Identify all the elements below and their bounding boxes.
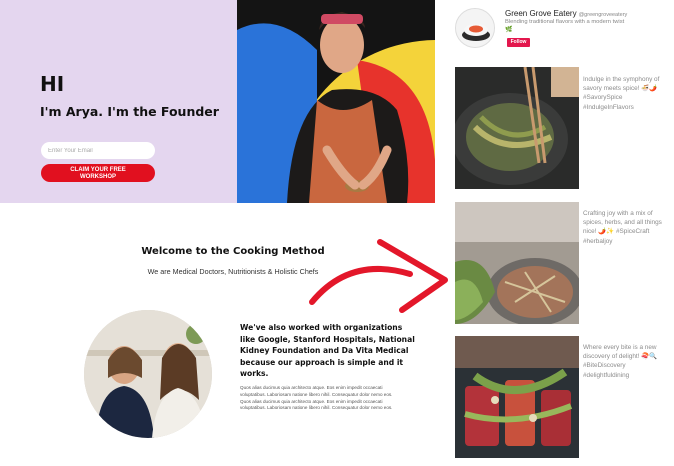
organizations-body: Quos alias ducimus quia architecto atque… bbox=[240, 385, 393, 411]
email-input[interactable] bbox=[41, 142, 155, 159]
feed-post-image-2[interactable] bbox=[455, 202, 579, 324]
hero-greeting: HI bbox=[40, 72, 65, 96]
feed-name: Green Grove Eatery @greengroveeatery bbox=[505, 9, 627, 18]
founder-photo bbox=[237, 0, 435, 203]
founder-photo-illustration bbox=[237, 0, 435, 203]
post-1-image bbox=[455, 67, 579, 189]
follow-button[interactable]: Follow bbox=[507, 38, 530, 47]
team-photo-illustration bbox=[84, 310, 212, 438]
feed-header: Green Grove Eatery @greengroveeatery Blen… bbox=[455, 8, 674, 53]
feed-handle: @greengroveeatery bbox=[578, 12, 628, 18]
claim-workshop-button[interactable]: CLAIM YOUR FREE WORKSHOP bbox=[41, 164, 155, 182]
hero-panel: HI I'm Arya. I'm the Founder CLAIM YOUR … bbox=[0, 0, 237, 203]
post-2-image bbox=[455, 202, 579, 324]
page: HI I'm Arya. I'm the Founder CLAIM YOUR … bbox=[0, 0, 674, 466]
feed-post-caption-1: Indulge in the symphony of savory meets … bbox=[583, 76, 660, 111]
feed-post-image-3[interactable] bbox=[455, 336, 579, 458]
feed-post-image-1[interactable] bbox=[455, 67, 579, 189]
feed-avatar[interactable] bbox=[455, 8, 495, 48]
feed-bio: Blending traditional flavors with a mode… bbox=[505, 19, 625, 25]
feed-post-caption-2: Crafting joy with a mix of spices, herbs… bbox=[583, 210, 662, 245]
feed-post-caption-3: Where every bite is a new discovery of d… bbox=[583, 344, 658, 379]
feed-account-name: Green Grove Eatery bbox=[505, 9, 577, 18]
feed-bio-emoji: 🌿 bbox=[505, 27, 513, 33]
team-photo bbox=[84, 310, 212, 438]
organizations-heading: We've also worked with organizations lik… bbox=[240, 323, 415, 378]
hero-intro: I'm Arya. I'm the Founder bbox=[40, 104, 219, 119]
post-3-image bbox=[455, 336, 579, 458]
red-arrow-icon bbox=[309, 239, 448, 313]
sushi-avatar-icon bbox=[456, 9, 494, 47]
